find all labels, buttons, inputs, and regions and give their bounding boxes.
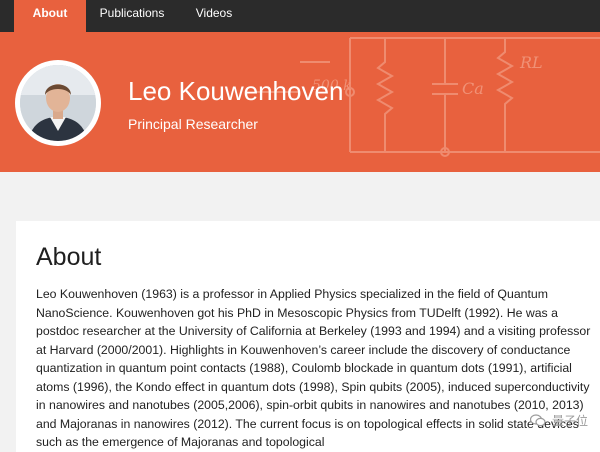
circuit-label-capacitor: Ca xyxy=(462,79,484,98)
avatar xyxy=(15,60,101,146)
tab-publications[interactable]: Publications xyxy=(86,0,178,32)
profile-role: Principal Researcher xyxy=(128,116,258,132)
watermark: 量子位 xyxy=(529,412,588,430)
tab-videos[interactable]: Videos xyxy=(178,0,250,32)
profile-photo xyxy=(20,65,96,141)
profile-header: 500 k Ca RL Leo Kouwenhoven Principal Re… xyxy=(0,32,600,172)
profile-name: Leo Kouwenhoven xyxy=(128,76,344,106)
wechat-icon xyxy=(529,414,546,430)
top-navigation: About Publications Videos xyxy=(0,0,600,32)
watermark-text: 量子位 xyxy=(551,414,588,429)
tab-about[interactable]: About xyxy=(14,0,86,32)
bio-text: Leo Kouwenhoven (1963) is a professor in… xyxy=(36,287,591,449)
circuit-label-load: RL xyxy=(519,53,543,72)
section-title: About xyxy=(36,243,102,271)
about-section: About Leo Kouwenhoven (1963) is a profes… xyxy=(16,221,600,452)
